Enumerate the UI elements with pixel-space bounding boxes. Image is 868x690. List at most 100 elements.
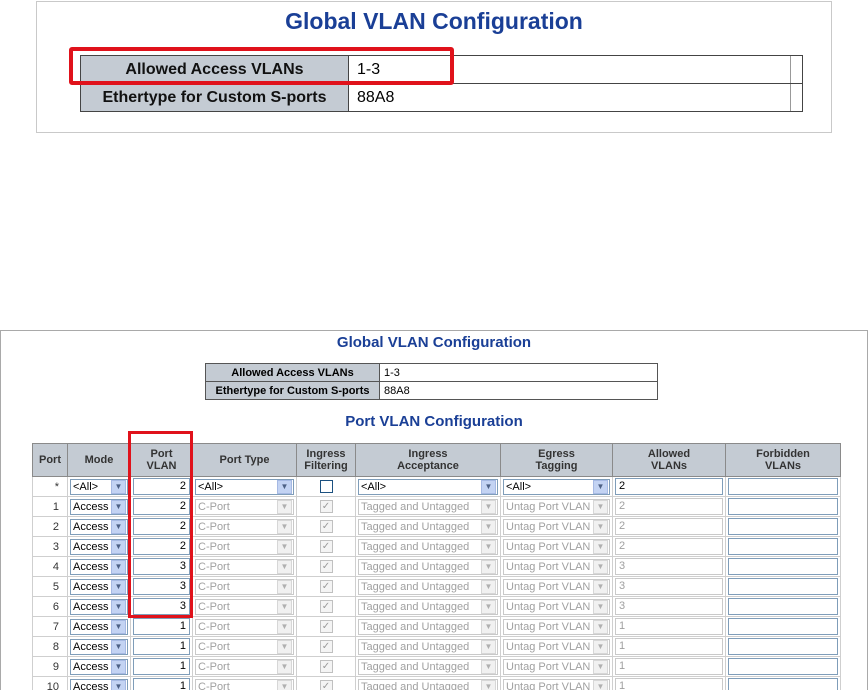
ingress-accept-select[interactable]: Tagged and Untagged ▼ [358, 538, 498, 555]
ethertype-input[interactable]: 88A8 [379, 381, 658, 400]
egress-select[interactable]: Untag Port VLAN ▼ [503, 498, 610, 515]
forbidden-input[interactable] [728, 498, 838, 515]
mode-select[interactable]: Access ▼ [70, 678, 128, 690]
ingress-filter-checkbox[interactable]: ✓ [319, 600, 333, 613]
all-egress-select[interactable]: <All> ▼ [503, 478, 610, 495]
all-ingress-accept-value: <All> [361, 480, 387, 493]
forbidden-input[interactable] [728, 638, 838, 655]
allowed-input[interactable]: 1 [615, 658, 723, 675]
ingress-filter-checkbox[interactable]: ✓ [319, 680, 333, 690]
allowed-input[interactable]: 1 [615, 678, 723, 690]
mode-select[interactable]: Access ▼ [70, 578, 128, 595]
pvid-input[interactable]: 1 [133, 638, 190, 655]
ingress-accept-select[interactable]: Tagged and Untagged ▼ [358, 658, 498, 675]
forbidden-cell [725, 536, 841, 557]
porttype-select[interactable]: C-Port ▼ [195, 518, 294, 535]
ingress-filter-checkbox[interactable]: ✓ [319, 560, 333, 573]
ingress-filter-checkbox[interactable]: ✓ [319, 660, 333, 673]
egress-select[interactable]: Untag Port VLAN ▼ [503, 558, 610, 575]
allowed-input[interactable]: 3 [615, 578, 723, 595]
forbidden-input[interactable] [728, 538, 838, 555]
zoomed-ethertype-label: Ethertype for Custom S-ports [80, 83, 349, 112]
egress-select[interactable]: Untag Port VLAN ▼ [503, 678, 610, 690]
all-mode-select[interactable]: <All> ▼ [70, 478, 128, 495]
ingress-filter-checkbox[interactable]: ✓ [319, 620, 333, 633]
ingress-accept-select[interactable]: Tagged and Untagged ▼ [358, 578, 498, 595]
porttype-select[interactable]: C-Port ▼ [195, 658, 294, 675]
egress-select[interactable]: Untag Port VLAN ▼ [503, 578, 610, 595]
all-allowed-cell: 2 [612, 476, 726, 497]
egress-select[interactable]: Untag Port VLAN ▼ [503, 658, 610, 675]
ingress-accept-select[interactable]: Tagged and Untagged ▼ [358, 638, 498, 655]
porttype-select[interactable]: C-Port ▼ [195, 618, 294, 635]
ethertype-row: Ethertype for Custom S-ports 88A8 [205, 381, 658, 400]
all-allowed-input[interactable]: 2 [615, 478, 723, 495]
all-ingress-accept-select[interactable]: <All> ▼ [358, 478, 498, 495]
ingress-accept-select[interactable]: Tagged and Untagged ▼ [358, 678, 498, 690]
ingress-filter-checkbox[interactable]: ✓ [319, 640, 333, 653]
allowed-cell: 3 [612, 556, 726, 577]
zoomed-ethertype-input[interactable]: 88A8 [348, 83, 791, 112]
ingress-filter-checkbox[interactable]: ✓ [319, 500, 333, 513]
forbidden-input[interactable] [728, 558, 838, 575]
egress-select[interactable]: Untag Port VLAN ▼ [503, 618, 610, 635]
global-config-table: Allowed Access VLANs 1-3 Ethertype for C… [205, 363, 658, 400]
mode-select[interactable]: Access ▼ [70, 518, 128, 535]
pvid-input[interactable]: 1 [133, 678, 190, 690]
mode-select[interactable]: Access ▼ [70, 618, 128, 635]
allowed-input[interactable]: 3 [615, 598, 723, 615]
ingress-filter-cell: ✓ [296, 636, 356, 657]
forbidden-input[interactable] [728, 678, 838, 690]
ingress-accept-select[interactable]: Tagged and Untagged ▼ [358, 518, 498, 535]
porttype-select[interactable]: C-Port ▼ [195, 578, 294, 595]
forbidden-cell [725, 596, 841, 617]
chevron-down-icon: ▼ [593, 539, 608, 554]
allowed-input[interactable]: 3 [615, 558, 723, 575]
forbidden-input[interactable] [728, 658, 838, 675]
ingress-accept-select[interactable]: Tagged and Untagged ▼ [358, 558, 498, 575]
port-number-cell: 5 [32, 576, 68, 597]
allowed-access-input[interactable]: 1-3 [379, 363, 658, 382]
allowed-input[interactable]: 1 [615, 638, 723, 655]
porttype-select[interactable]: C-Port ▼ [195, 558, 294, 575]
mode-select[interactable]: Access ▼ [70, 598, 128, 615]
ingress-accept-select[interactable]: Tagged and Untagged ▼ [358, 618, 498, 635]
porttype-select[interactable]: C-Port ▼ [195, 678, 294, 690]
ingress-filter-checkbox[interactable]: ✓ [319, 540, 333, 553]
egress-select[interactable]: Untag Port VLAN ▼ [503, 538, 610, 555]
all-ingress-filter-checkbox[interactable] [319, 480, 333, 493]
mode-value: Access [73, 620, 109, 633]
allowed-input[interactable]: 2 [615, 498, 723, 515]
ingress-filter-cell: ✓ [296, 676, 356, 690]
ingress-filter-cell: ✓ [296, 496, 356, 517]
egress-cell: Untag Port VLAN ▼ [500, 676, 613, 690]
egress-select[interactable]: Untag Port VLAN ▼ [503, 638, 610, 655]
mode-select[interactable]: Access ▼ [70, 658, 128, 675]
all-porttype-select[interactable]: <All> ▼ [195, 478, 294, 495]
porttype-select[interactable]: C-Port ▼ [195, 538, 294, 555]
mode-select[interactable]: Access ▼ [70, 538, 128, 555]
mode-select[interactable]: Access ▼ [70, 498, 128, 515]
porttype-select[interactable]: C-Port ▼ [195, 498, 294, 515]
ingress-accept-select[interactable]: Tagged and Untagged ▼ [358, 498, 498, 515]
mode-select[interactable]: Access ▼ [70, 558, 128, 575]
porttype-select[interactable]: C-Port ▼ [195, 598, 294, 615]
egress-select[interactable]: Untag Port VLAN ▼ [503, 598, 610, 615]
all-forbidden-input[interactable] [728, 478, 838, 495]
mode-select[interactable]: Access ▼ [70, 638, 128, 655]
forbidden-input[interactable] [728, 618, 838, 635]
ingress-accept-select[interactable]: Tagged and Untagged ▼ [358, 598, 498, 615]
allowed-input[interactable]: 2 [615, 538, 723, 555]
ingress-filter-checkbox[interactable]: ✓ [319, 580, 333, 593]
pvid-input[interactable]: 1 [133, 618, 190, 635]
allowed-input[interactable]: 2 [615, 518, 723, 535]
forbidden-input[interactable] [728, 518, 838, 535]
porttype-select[interactable]: C-Port ▼ [195, 638, 294, 655]
egress-select[interactable]: Untag Port VLAN ▼ [503, 518, 610, 535]
allowed-input[interactable]: 1 [615, 618, 723, 635]
pvid-input[interactable]: 1 [133, 658, 190, 675]
ingress-filter-checkbox[interactable]: ✓ [319, 520, 333, 533]
forbidden-input[interactable] [728, 598, 838, 615]
egress-value: Untag Port VLAN [506, 640, 591, 653]
forbidden-input[interactable] [728, 578, 838, 595]
